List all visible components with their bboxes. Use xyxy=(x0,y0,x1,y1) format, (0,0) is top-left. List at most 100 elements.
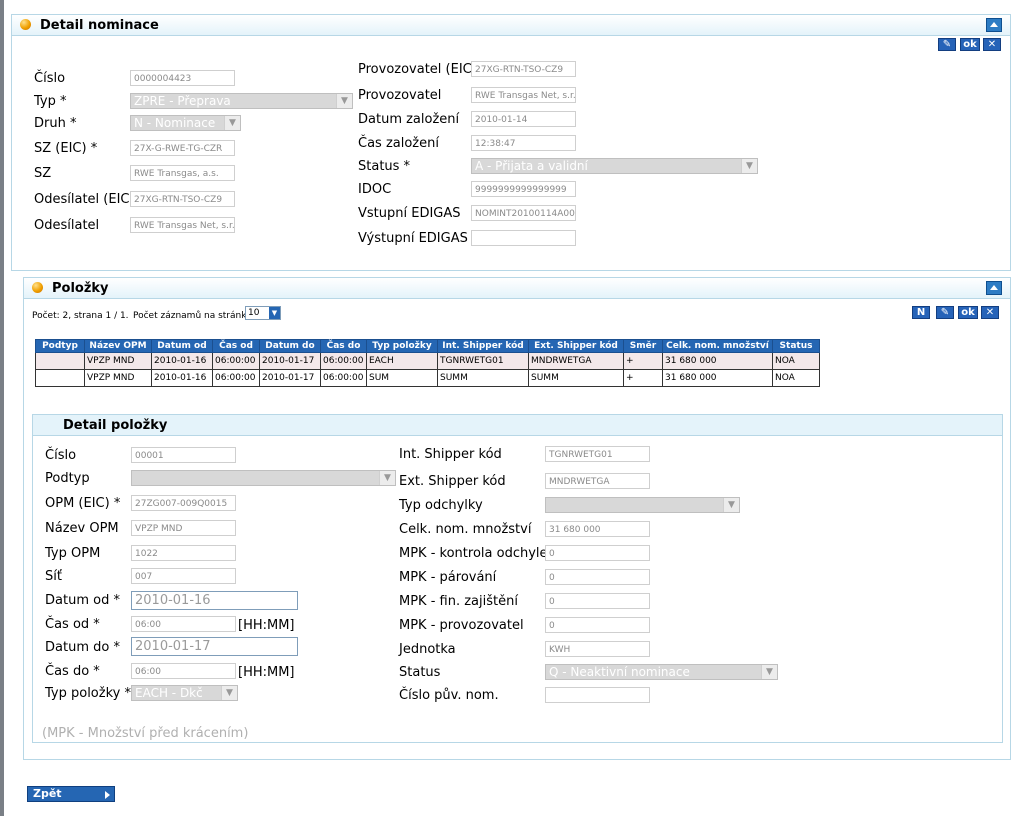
datum-zalozeni-field[interactable]: 2010-01-14 xyxy=(471,111,576,127)
column-header[interactable]: Čas od xyxy=(212,339,260,353)
sz-eic-field[interactable]: 27X-G-RWE-TG-CZR xyxy=(130,140,235,156)
celk-nom-mnozstvi-field[interactable]: 31 680 000 xyxy=(545,521,650,537)
provozovatel-eic-field[interactable]: 27XG-RTN-TSO-CZ9 xyxy=(471,61,576,77)
field-label: Celk. nom. množství xyxy=(399,522,532,537)
sz-field[interactable]: RWE Transgas, a.s. xyxy=(130,165,235,181)
field-label: Typ odchylky xyxy=(399,498,483,513)
chevron-down-icon: ▼ xyxy=(221,686,237,700)
back-button[interactable]: Zpět xyxy=(27,786,115,802)
table-cell: TGNRWETG01 xyxy=(437,352,529,370)
druh-select[interactable]: N - Nominace ▼ xyxy=(130,115,241,131)
table-cell: 06:00:00 xyxy=(320,352,367,370)
table-cell: NOA xyxy=(772,369,820,387)
close-button[interactable]: ✕ xyxy=(983,38,1001,51)
polozky-header: Položky xyxy=(24,278,1010,299)
polozky-table: Podtyp Název OPM Datum od Čas od Datum d… xyxy=(35,339,820,387)
ext-shipper-field[interactable]: MNDRWETGA xyxy=(545,473,650,489)
ok-button[interactable]: ok xyxy=(958,306,978,319)
cas-do-field[interactable]: 06:00 xyxy=(131,663,236,679)
vstupni-edigas-field[interactable]: NOMINT20100114A0063 xyxy=(471,205,576,221)
field-label: Odesílatel xyxy=(34,218,100,233)
field-label: Výstupní EDIGAS xyxy=(358,231,468,246)
column-header[interactable]: Datum do xyxy=(259,339,321,353)
field-label: Vstupní EDIGAS xyxy=(358,206,461,221)
datum-od-field[interactable]: 2010-01-16 xyxy=(131,591,298,610)
detail-polozky-header: Detail položky xyxy=(33,415,1002,436)
odesilatel-field[interactable]: RWE Transgas Net, s.r.o xyxy=(130,217,235,233)
new-button[interactable]: N xyxy=(912,306,930,319)
table-row[interactable]: VPZP MND 2010-01-16 06:00:00 2010-01-17 … xyxy=(35,352,820,370)
field-label: Typ * xyxy=(34,94,67,109)
cislo-field[interactable]: 0000004423 xyxy=(130,70,235,86)
table-cell: + xyxy=(623,369,663,387)
column-header[interactable]: Int. Shipper kód xyxy=(437,339,529,353)
chevron-down-icon: ▼ xyxy=(741,159,757,173)
table-cell: VPZP MND xyxy=(84,352,152,370)
datum-do-field[interactable]: 2010-01-17 xyxy=(131,637,298,656)
table-cell: SUMM xyxy=(437,369,529,387)
column-header[interactable]: Čas do xyxy=(320,339,367,353)
panel-title: Detail nominace xyxy=(40,18,159,33)
column-header[interactable]: Status xyxy=(772,339,820,353)
polozka-status-select[interactable]: Q - Neaktivní nominace ▼ xyxy=(545,664,778,680)
typ-opm-field[interactable]: 1022 xyxy=(131,545,236,561)
column-header[interactable]: Směr xyxy=(623,339,663,353)
cas-zalozeni-field[interactable]: 12:38:47 xyxy=(471,135,576,151)
edit-button[interactable]: ✎ xyxy=(936,306,954,319)
column-header[interactable]: Celk. nom. množství xyxy=(662,339,773,353)
field-label: Čas do * xyxy=(45,664,100,679)
field-label: MPK - párování xyxy=(399,570,497,585)
mpk-fin-zajisteni-field[interactable]: 0 xyxy=(545,593,650,609)
table-cell: NOA xyxy=(772,352,820,370)
typ-odchylky-select[interactable]: ▼ xyxy=(545,497,740,513)
druh-select-value: N - Nominace xyxy=(134,116,216,130)
sit-field[interactable]: 007 xyxy=(131,568,236,584)
edit-button[interactable]: ✎ xyxy=(938,38,956,51)
opm-eic-field[interactable]: 27ZG007-009Q0015 xyxy=(131,495,236,511)
mpk-kontrola-field[interactable]: 0 xyxy=(545,545,650,561)
idoc-field[interactable]: 9999999999999999 xyxy=(471,181,576,197)
field-label: Typ OPM xyxy=(45,546,101,561)
int-shipper-field[interactable]: TGNRWETG01 xyxy=(545,446,650,462)
field-label: Ext. Shipper kód xyxy=(399,474,506,489)
close-button[interactable]: ✕ xyxy=(981,306,999,319)
provozovatel-field[interactable]: RWE Transgas Net, s.r.o xyxy=(471,87,576,103)
jednotka-field[interactable]: KWH xyxy=(545,641,650,657)
column-header[interactable]: Datum od xyxy=(151,339,213,353)
field-label: SZ xyxy=(34,166,52,181)
odesilatel-eic-field[interactable]: 27XG-RTN-TSO-CZ9 xyxy=(130,191,235,207)
collapse-icon[interactable] xyxy=(986,18,1002,32)
column-header[interactable]: Typ položky xyxy=(366,339,438,353)
collapse-icon[interactable] xyxy=(986,281,1002,295)
mpk-provozovatel-field[interactable]: 0 xyxy=(545,617,650,633)
field-label: Číslo pův. nom. xyxy=(399,688,499,703)
vystupni-edigas-field[interactable] xyxy=(471,230,576,246)
podtyp-select[interactable]: ▼ xyxy=(131,470,396,486)
field-label: Síť xyxy=(45,569,62,584)
column-header[interactable]: Podtyp xyxy=(35,339,85,353)
table-cell xyxy=(35,352,85,370)
per-page-select[interactable]: 10 ▼ xyxy=(245,306,281,320)
polozka-cislo-field[interactable]: 00001 xyxy=(131,447,236,463)
ok-button[interactable]: ok xyxy=(960,38,980,51)
typ-select[interactable]: ZPRE - Přeprava ▼ xyxy=(130,93,353,109)
typ-polozky-select[interactable]: EACH - Dkč ▼ xyxy=(131,685,238,701)
column-header[interactable]: Název OPM xyxy=(84,339,152,353)
status-select-value: A - Přijata a validní xyxy=(475,159,588,173)
table-cell: 06:00:00 xyxy=(320,369,367,387)
nazev-opm-field[interactable]: VPZP MND xyxy=(131,520,236,536)
chevron-down-icon: ▼ xyxy=(224,116,240,130)
detail-nominace-panel: Detail nominace ✎ ok ✕ Číslo 0000004423 … xyxy=(11,14,1011,271)
detail-polozky-panel: Detail položky Číslo 00001 Podtyp ▼ OPM … xyxy=(32,414,1003,743)
field-label: SZ (EIC) * xyxy=(34,141,98,156)
mpk-parovani-field[interactable]: 0 xyxy=(545,569,650,585)
panel-title: Detail položky xyxy=(63,418,168,433)
field-label: Provozovatel xyxy=(358,88,442,103)
field-label: Jednotka xyxy=(399,642,456,657)
cas-od-field[interactable]: 06:00 xyxy=(131,616,236,632)
field-label: Odesílatel (EIC) xyxy=(34,192,135,207)
column-header[interactable]: Ext. Shipper kód xyxy=(528,339,624,353)
table-row[interactable]: VPZP MND 2010-01-16 06:00:00 2010-01-17 … xyxy=(35,369,820,387)
status-select[interactable]: A - Přijata a validní ▼ xyxy=(471,158,758,174)
cislo-puv-nom-field[interactable] xyxy=(545,687,650,703)
